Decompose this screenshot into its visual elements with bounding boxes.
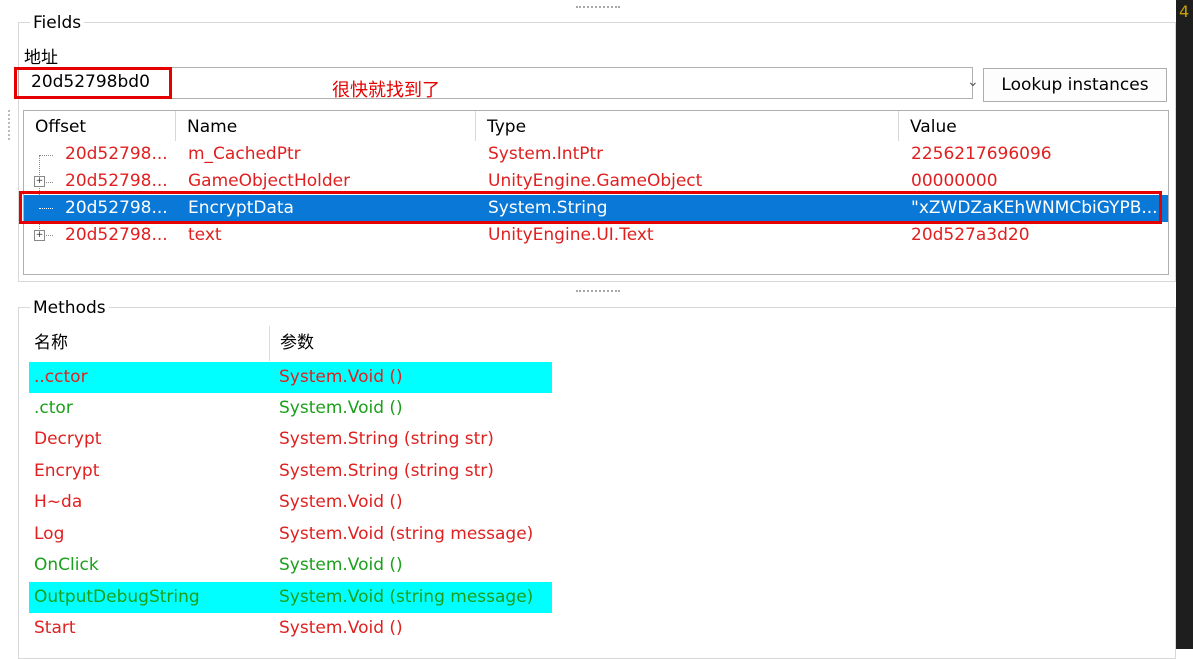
row-value: 20d527a3d20 [911,225,1030,245]
right-panel-edge: 4 [1176,0,1193,649]
method-params: System.Void () [279,492,403,512]
tree-branch [44,182,53,183]
expand-plus-icon[interactable]: + [34,230,45,241]
top-splitter-grip[interactable] [576,6,620,12]
tree-branch [44,235,53,236]
lookup-instances-button[interactable]: Lookup instances [983,68,1167,102]
method-params: System.String (string str) [279,429,494,449]
methods-column-header-params[interactable]: 参数 [270,326,552,361]
methods-column-header-name[interactable]: 名称 [29,326,270,361]
method-row[interactable]: OutputDebugString System.Void (string me… [29,582,552,613]
method-name: OutputDebugString [34,587,200,607]
method-row[interactable]: .ctor System.Void () [29,393,552,424]
row-offset: 20d52798... [65,144,168,164]
column-header-offset[interactable]: Offset [24,111,176,141]
address-label: 地址 [24,48,58,68]
method-params: System.Void () [279,398,403,418]
method-name: ..cctor [34,367,88,387]
method-row[interactable]: Start System.Void () [29,613,552,644]
edge-glyph: 4 [1179,2,1190,21]
chevron-down-icon[interactable]: ⌄ [967,74,979,90]
row-offset: 20d52798... [65,225,168,245]
column-header-name[interactable]: Name [176,111,476,141]
row-name: text [188,225,222,245]
row-type: UnityEngine.UI.Text [488,225,654,245]
tree-branch [39,155,53,156]
table-row[interactable]: 20d52798... m_CachedPtr System.IntPtr 22… [24,141,1168,168]
method-name: Start [34,618,76,638]
row-value: 2256217696096 [911,144,1052,164]
middle-splitter-grip[interactable] [576,290,620,296]
method-name: Encrypt [34,461,100,481]
method-row[interactable]: H~da System.Void () [29,487,552,518]
fields-title: Fields [30,13,85,33]
address-highlight-box [14,67,172,99]
method-params: System.Void () [279,555,403,575]
annotation-text: 很快就找到了 [332,80,440,101]
method-row[interactable]: Log System.Void (string message) [29,519,552,550]
left-splitter-grip[interactable] [8,110,13,140]
method-row[interactable]: ..cctor System.Void () [29,362,552,393]
method-row[interactable]: Decrypt System.String (string str) [29,424,552,455]
row-type: System.IntPtr [488,144,604,164]
method-name: Log [34,524,65,544]
column-header-type[interactable]: Type [476,111,899,141]
method-name: .ctor [34,398,73,418]
table-row[interactable]: + 20d52798... text UnityEngine.UI.Text 2… [24,222,1168,249]
method-name: H~da [34,492,83,512]
selected-row-highlight-box [19,191,1162,224]
method-row[interactable]: OnClick System.Void () [29,550,552,581]
column-header-value[interactable]: Value [899,111,1168,141]
expand-plus-icon[interactable]: + [34,176,45,187]
method-params: System.Void () [279,367,403,387]
method-row[interactable]: Encrypt System.String (string str) [29,456,552,487]
row-name: m_CachedPtr [188,144,301,164]
methods-title: Methods [30,298,109,318]
method-params: System.Void () [279,618,403,638]
method-name: Decrypt [34,429,102,449]
method-params: System.String (string str) [279,461,494,481]
method-params: System.Void (string message) [279,524,534,544]
method-name: OnClick [34,555,99,575]
method-params: System.Void (string message) [279,587,534,607]
